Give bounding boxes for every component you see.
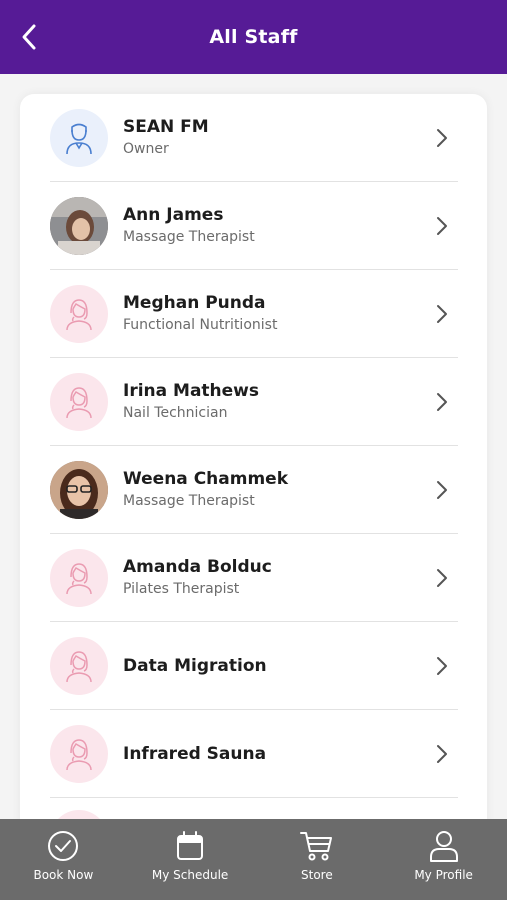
tab-label: Book Now (33, 868, 94, 882)
bottom-tab-bar: Book Now My Schedule Store My Profile (0, 819, 507, 900)
avatar (50, 724, 108, 783)
staff-name: Meghan Punda (123, 293, 266, 313)
back-button[interactable] (14, 20, 44, 54)
tab-store[interactable]: Store (254, 819, 381, 900)
staff-name: Infrared Sauna (123, 743, 267, 764)
header-bar: All Staff (0, 0, 507, 74)
tab-label: Store (301, 868, 333, 882)
check-circle-icon (46, 829, 80, 863)
avatar (50, 548, 108, 607)
tab-my-profile[interactable]: My Profile (380, 819, 507, 900)
cart-icon (299, 829, 334, 863)
chevron-right-icon (432, 126, 452, 150)
staff-name: Weena Chammek (123, 469, 289, 489)
staff-role: Massage Therapist (123, 493, 255, 509)
tab-book-now[interactable]: Book Now (0, 819, 127, 900)
staff-name: SEAN FM (123, 117, 209, 137)
avatar-photo (50, 196, 108, 255)
chevron-right-icon (432, 214, 452, 238)
avatar-photo (50, 460, 108, 519)
staff-row[interactable]: Meghan Punda Functional Nutritionist (50, 270, 458, 358)
staff-role: Functional Nutritionist (123, 317, 278, 333)
female-icon (66, 562, 92, 594)
female-icon (66, 386, 92, 418)
staff-row[interactable]: SEAN FM Owner (50, 94, 458, 182)
staff-row[interactable]: Data Migration (50, 622, 458, 710)
staff-role: Pilates Therapist (123, 581, 240, 597)
owner-icon (66, 123, 92, 154)
female-icon (66, 738, 92, 770)
chevron-left-icon (22, 24, 36, 50)
staff-row[interactable]: Ann James Massage Therapist (50, 182, 458, 270)
avatar (50, 372, 108, 431)
chevron-right-icon (432, 654, 452, 678)
calendar-icon (173, 829, 207, 863)
tab-my-schedule[interactable]: My Schedule (127, 819, 254, 900)
staff-role: Massage Therapist (123, 229, 255, 245)
staff-name: Data Migration (123, 655, 267, 676)
avatar (50, 108, 108, 167)
person-icon (427, 829, 461, 863)
female-icon (66, 298, 92, 330)
staff-list: SEAN FM Owner Ann James Massage Therapis… (20, 94, 487, 834)
chevron-right-icon (432, 566, 452, 590)
staff-name: Amanda Bolduc (123, 557, 272, 577)
staff-role: Owner (123, 141, 169, 157)
chevron-right-icon (432, 390, 452, 414)
staff-role: Nail Technician (123, 405, 228, 421)
staff-row[interactable]: Infrared Sauna (50, 710, 458, 798)
tab-label: My Profile (414, 868, 473, 882)
staff-name: Ann James (123, 205, 224, 225)
staff-row[interactable]: Weena Chammek Massage Therapist (50, 446, 458, 534)
chevron-right-icon (432, 742, 452, 766)
staff-row[interactable]: Amanda Bolduc Pilates Therapist (50, 534, 458, 622)
avatar (50, 636, 108, 695)
page-title: All Staff (209, 26, 298, 48)
avatar (50, 284, 108, 343)
female-icon (66, 650, 92, 682)
chevron-right-icon (432, 478, 452, 502)
staff-row[interactable]: Irina Mathews Nail Technician (50, 358, 458, 446)
tab-label: My Schedule (151, 868, 229, 882)
chevron-right-icon (432, 302, 452, 326)
staff-name: Irina Mathews (123, 381, 259, 401)
